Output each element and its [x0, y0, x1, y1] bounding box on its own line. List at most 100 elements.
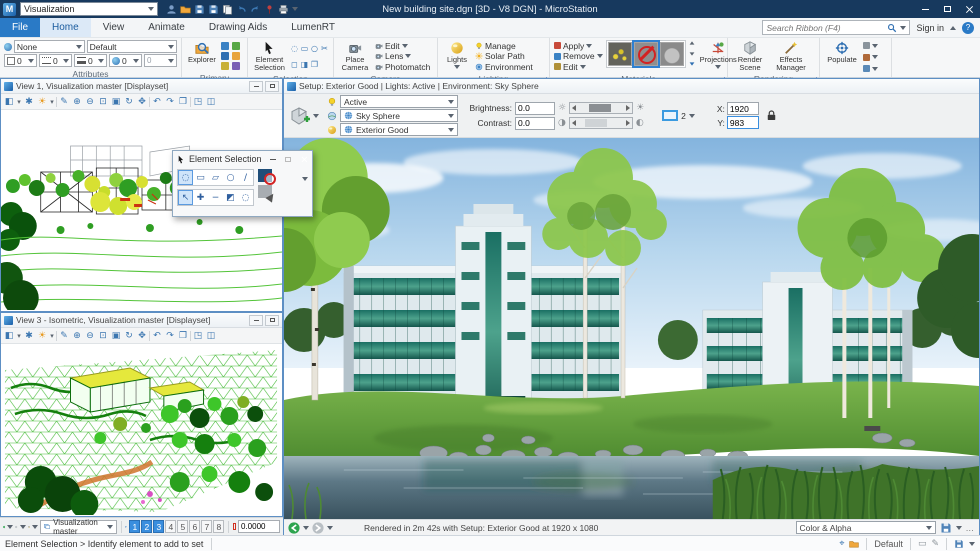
line-style-select[interactable]: 0 [39, 54, 72, 67]
active-level-value[interactable]: Default [874, 539, 903, 549]
element-selection-button[interactable]: Element Selection [252, 40, 287, 72]
search-icon[interactable] [887, 23, 897, 33]
brightness-input[interactable] [515, 102, 555, 115]
fence-shape-icon[interactable]: ▭ [300, 42, 309, 56]
method-shape-icon[interactable]: ▱ [208, 170, 223, 185]
material-thumb-none[interactable] [634, 42, 658, 66]
level-select[interactable]: Default [87, 40, 177, 53]
zoom-out-icon[interactable]: ⊖ [84, 95, 96, 109]
brightness-dropdown[interactable]: ▾ [49, 329, 55, 343]
utility-tool-2[interactable] [863, 53, 878, 63]
mode-subtract-icon[interactable]: − [208, 190, 223, 205]
view1-minimize-button[interactable] [249, 81, 263, 92]
lights-select[interactable]: Active [340, 95, 458, 108]
render-forward-icon[interactable] [312, 522, 324, 534]
select-invert-icon[interactable]: ◨ [300, 58, 309, 72]
lights-button[interactable]: Lights [442, 40, 472, 70]
view-attributes-icon[interactable]: ✱ [23, 329, 35, 343]
view-previous-icon[interactable]: ↶ [151, 95, 163, 109]
window-area-icon[interactable]: ⊡ [97, 95, 109, 109]
collapse-ribbon-icon[interactable] [950, 26, 956, 30]
mode-clear-icon[interactable]: ◌ [238, 190, 253, 205]
coordinate-input[interactable] [238, 520, 280, 533]
edit-material-button[interactable]: Edit [554, 62, 603, 72]
view-attributes-icon[interactable]: ✱ [23, 95, 35, 109]
gallery-up-icon[interactable] [689, 41, 694, 44]
brightness-dropdown[interactable]: ▾ [49, 95, 55, 109]
view3-minimize-button[interactable] [249, 315, 263, 326]
contrast-input[interactable] [515, 117, 555, 130]
dialog-close-icon[interactable] [301, 156, 307, 162]
back-icon[interactable] [3, 521, 5, 533]
view-toggle-8[interactable]: 8 [213, 520, 224, 533]
dialog-minimize-button[interactable] [270, 159, 276, 160]
zoom-in-icon[interactable]: ⊕ [71, 329, 83, 343]
gallery-down-icon[interactable] [689, 52, 694, 55]
select-previous-icon[interactable]: ◻ [290, 58, 299, 72]
view-previous-icon[interactable]: ↶ [151, 329, 163, 343]
forward-icon[interactable] [15, 521, 17, 533]
adjust-brightness-icon[interactable]: ☀ [36, 329, 48, 343]
utility-tool-1[interactable] [863, 41, 878, 51]
camera-edit-button[interactable]: Edit [375, 41, 430, 51]
view-toggle-7[interactable]: 7 [201, 520, 212, 533]
material-thumb-plant[interactable] [608, 42, 632, 66]
view-toggle-2[interactable]: 2 [141, 520, 152, 533]
clear-selection-icon[interactable] [258, 169, 272, 182]
status-more-dropdown[interactable] [969, 542, 975, 546]
view-toggle-4[interactable]: 4 [165, 520, 176, 533]
view-next-icon[interactable]: ↷ [164, 95, 176, 109]
clip-mask-icon[interactable]: ◫ [205, 95, 217, 109]
update-view-icon[interactable]: ✎ [58, 95, 70, 109]
fence-status-icon[interactable]: ▭ [918, 539, 927, 549]
mode-invert-icon[interactable]: ◩ [223, 190, 238, 205]
rotate-view-icon[interactable]: ↻ [123, 95, 135, 109]
save-image-icon[interactable] [940, 522, 952, 534]
locks-icon[interactable] [849, 539, 859, 549]
photomatch-button[interactable]: Photomatch [375, 62, 430, 72]
fence-block-icon[interactable]: ◌ [290, 42, 299, 56]
quick-access-dropdown-icon[interactable] [292, 7, 298, 11]
properties-icon[interactable] [221, 42, 229, 50]
back-history-dropdown[interactable] [303, 526, 309, 530]
transparency-select[interactable]: 0 [109, 54, 142, 67]
clip-volume-icon[interactable]: ◳ [192, 329, 204, 343]
view3-title-bar[interactable]: View 3 - Isometric, Visualization master… [1, 313, 282, 328]
line-weight-select[interactable]: 0 [74, 54, 107, 67]
fit-view-icon[interactable]: ▣ [110, 95, 122, 109]
point-clouds-icon[interactable] [221, 62, 229, 70]
view3-maximize-button[interactable] [265, 315, 279, 326]
clip-mask-icon[interactable]: ◫ [205, 329, 217, 343]
toolbar-separator[interactable] [149, 331, 150, 341]
view-toggle-5[interactable]: 5 [177, 520, 188, 533]
models-icon[interactable] [232, 42, 240, 50]
view-next-icon[interactable]: ↷ [164, 329, 176, 343]
sign-in-link[interactable]: Sign in [916, 23, 944, 33]
method-block-icon[interactable]: ▭ [193, 170, 208, 185]
view-display-mode-icon[interactable]: ◧ [3, 329, 15, 343]
priority-select[interactable]: 0 [144, 54, 177, 67]
toolbar-separator[interactable] [190, 331, 191, 341]
toolbar-separator[interactable] [190, 97, 191, 107]
redo-icon[interactable] [250, 4, 261, 15]
close-button[interactable] [958, 0, 980, 18]
tab-drawing-aids[interactable]: Drawing Aids [197, 18, 279, 37]
more-options-icon[interactable]: … [966, 523, 976, 533]
view-toggle-6[interactable]: 6 [189, 520, 200, 533]
copy-icon[interactable] [222, 4, 233, 15]
snap-mode-icon[interactable]: ⌖ [839, 539, 844, 549]
display-mode-dropdown[interactable]: ▾ [16, 95, 22, 109]
manage-lights-button[interactable]: Manage [475, 41, 533, 51]
fit-view-icon[interactable]: ▣ [110, 329, 122, 343]
view1-title-bar[interactable]: View 1, Visualization master [Displayset… [1, 79, 282, 94]
fence-indicator-icon[interactable] [233, 523, 236, 530]
search-input[interactable] [766, 23, 884, 33]
render-back-icon[interactable] [288, 522, 300, 534]
window-area-icon[interactable]: ⊡ [97, 329, 109, 343]
history-dropdown[interactable] [32, 525, 38, 529]
forward-history-dropdown[interactable] [327, 526, 333, 530]
render-title-bar[interactable]: Setup: Exterior Good | Lights: Active | … [284, 79, 979, 94]
print-icon[interactable] [278, 4, 289, 15]
tab-lumenrt[interactable]: LumenRT [279, 18, 347, 37]
view1-maximize-button[interactable] [265, 81, 279, 92]
